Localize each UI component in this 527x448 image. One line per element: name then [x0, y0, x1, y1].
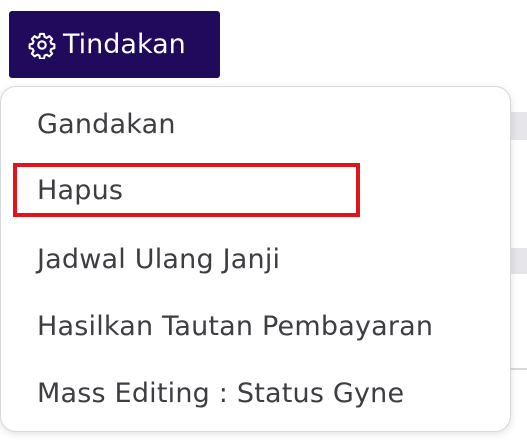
actions-button-label: Tindakan [63, 29, 186, 60]
menu-item-mass-editing-status[interactable]: Mass Editing : Status Gyne [37, 378, 404, 409]
actions-dropdown-menu: Gandakan Hapus Jadwal Ulang Janji Hasilk… [0, 86, 511, 432]
actions-button[interactable]: Tindakan [9, 11, 220, 78]
gear-icon [27, 30, 57, 60]
menu-item-generate-payment-link[interactable]: Hasilkan Tautan Pembayaran [37, 311, 433, 342]
menu-item-delete[interactable]: Hapus [37, 175, 123, 206]
screen: Tindakan Gandakan Hapus Jadwal Ulang Jan… [0, 0, 527, 448]
menu-item-duplicate[interactable]: Gandakan [37, 109, 176, 140]
menu-item-reschedule-appointment[interactable]: Jadwal Ulang Janji [37, 244, 280, 275]
